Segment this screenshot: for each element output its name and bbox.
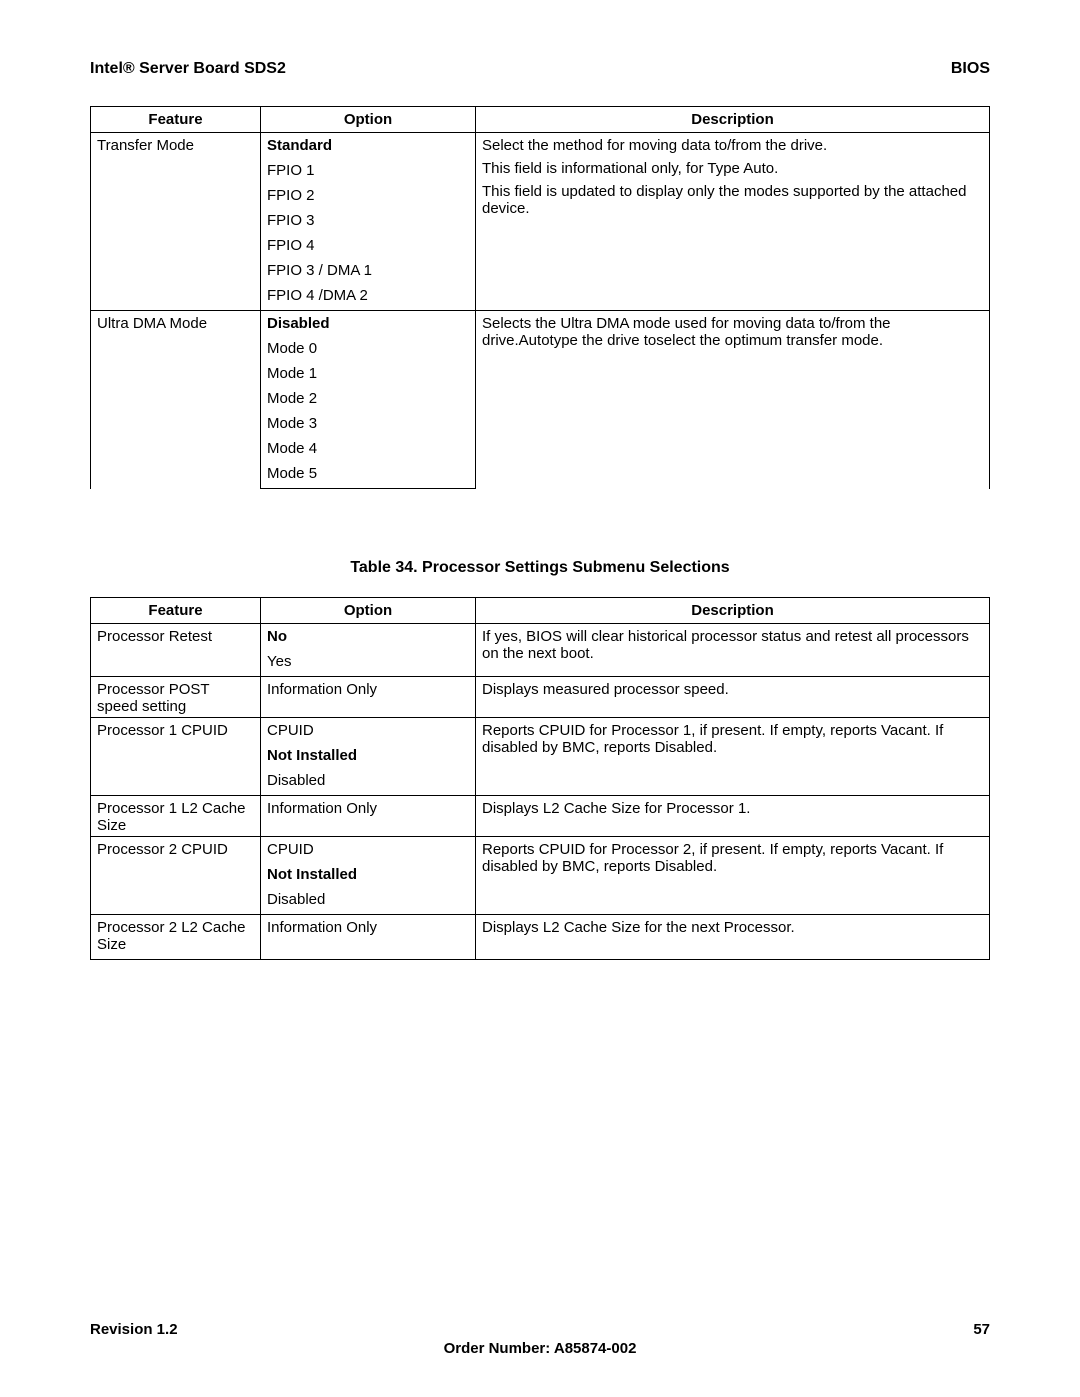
option-cell: FPIO 4 [261,235,476,260]
table-header-row: Feature Option Description [91,107,990,133]
option-cell: Disabled [261,889,476,915]
description-cell: Displays L2 Cache Size for Processor 1. [476,796,990,837]
header-right: BIOS [951,60,990,78]
table-header-row: Feature Option Description [91,598,990,624]
feature-cell: Processor 2 L2 Cache Size [91,915,261,960]
option-cell: Disabled [261,770,476,796]
option-cell: FPIO 4 /DMA 2 [261,285,476,311]
option-cell: No [261,624,476,652]
option-cell: Mode 0 [261,338,476,363]
option-cell: Information Only [261,796,476,837]
option-cell: FPIO 3 / DMA 1 [261,260,476,285]
table-row: Processor RetestNoIf yes, BIOS will clea… [91,624,990,652]
option-cell: CPUID [261,718,476,746]
option-cell: Information Only [261,677,476,718]
option-cell: Mode 3 [261,413,476,438]
description-cell: Selects the Ultra DMA mode used for movi… [476,311,990,489]
header-left: Intel® Server Board SDS2 [90,60,286,78]
description-cell: Displays L2 Cache Size for the next Proc… [476,915,990,960]
page-header: Intel® Server Board SDS2 BIOS [90,60,990,78]
footer-order-number: Order Number: A85874-002 [90,1340,990,1357]
feature-cell: Ultra DMA Mode [91,311,261,489]
feature-cell: Processor Retest [91,624,261,677]
option-cell: Yes [261,651,476,677]
option-cell: Mode 1 [261,363,476,388]
footer-pagenum: 57 [973,1321,990,1338]
footer-revision: Revision 1.2 [90,1321,178,1338]
table-caption: Table 34. Processor Settings Submenu Sel… [90,559,990,577]
table-row: Transfer ModeStandardSelect the method f… [91,133,990,161]
document-page: Intel® Server Board SDS2 BIOS Feature Op… [0,0,1080,1397]
description-cell: If yes, BIOS will clear historical proce… [476,624,990,677]
option-cell: Not Installed [261,864,476,889]
option-cell: Mode 5 [261,463,476,489]
table-transfer-modes: Feature Option Description Transfer Mode… [90,106,990,489]
option-cell: Standard [261,133,476,161]
feature-cell: Transfer Mode [91,133,261,311]
col-option: Option [261,598,476,624]
option-cell: FPIO 1 [261,160,476,185]
table-row: Processor 2 L2 Cache SizeInformation Onl… [91,915,990,960]
col-feature: Feature [91,107,261,133]
col-option: Option [261,107,476,133]
option-cell: Not Installed [261,745,476,770]
feature-cell: Processor 1 CPUID [91,718,261,796]
description-cell: Select the method for moving data to/fro… [476,133,990,311]
table-processor-settings: Feature Option Description Processor Ret… [90,597,990,960]
description-cell: Reports CPUID for Processor 1, if presen… [476,718,990,796]
option-cell: CPUID [261,837,476,865]
feature-cell: Processor POST speed setting [91,677,261,718]
description-cell: Displays measured processor speed. [476,677,990,718]
col-description: Description [476,598,990,624]
feature-cell: Processor 2 CPUID [91,837,261,915]
option-cell: FPIO 3 [261,210,476,235]
table-row: Ultra DMA ModeDisabledSelects the Ultra … [91,311,990,339]
page-footer: Revision 1.2 57 Order Number: A85874-002 [90,1321,990,1357]
option-cell: FPIO 2 [261,185,476,210]
table-row: Processor 1 CPUIDCPUIDReports CPUID for … [91,718,990,746]
table-row: Processor 2 CPUIDCPUIDReports CPUID for … [91,837,990,865]
option-cell: Mode 2 [261,388,476,413]
col-feature: Feature [91,598,261,624]
col-description: Description [476,107,990,133]
option-cell: Information Only [261,915,476,960]
table-row: Processor 1 L2 Cache SizeInformation Onl… [91,796,990,837]
feature-cell: Processor 1 L2 Cache Size [91,796,261,837]
option-cell: Mode 4 [261,438,476,463]
table-row: Processor POST speed settingInformation … [91,677,990,718]
description-cell: Reports CPUID for Processor 2, if presen… [476,837,990,915]
option-cell: Disabled [261,311,476,339]
